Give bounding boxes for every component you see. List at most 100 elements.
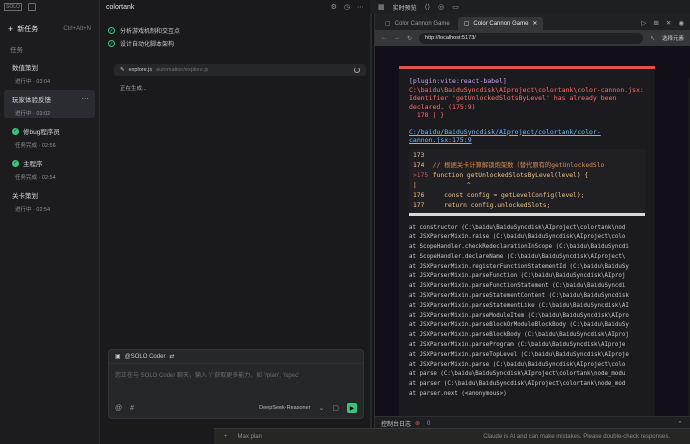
stack-line: at JSXParserMixin.parseBlockBody (C:\bai… [409, 332, 629, 339]
code-line-error: >175 function getUnlockedSlotsByLevel(le… [413, 171, 589, 179]
generating-status: 正在生成... [120, 86, 147, 92]
error-plugin: [plugin:vite:react-babel] [409, 77, 507, 85]
code-line: 174 // 根据关卡计算解锁炮架数（替代原有的getUnlockedSlo [413, 161, 605, 169]
embed-icon[interactable]: ⟨⟩ [425, 3, 430, 11]
check-icon: ✓ [12, 159, 19, 167]
globe-icon[interactable]: ◎ [438, 3, 444, 11]
history-icon[interactable]: ◷ [344, 3, 350, 11]
chat-panel: colortank ⚙ ◷ ⋯ ✓ 分析游戏机制和交互点 ✓ 设计自动化脚本架构… [100, 0, 372, 444]
code-line: 173 [413, 151, 425, 159]
browser-tab[interactable]: ▢ Color Cannon Game [379, 17, 456, 30]
chrome-icon[interactable]: ◉ [678, 19, 684, 27]
back-icon[interactable]: ← [381, 35, 387, 41]
browser-tab-active[interactable]: ▢ Color Cannon Game ✕ [457, 17, 544, 30]
play-icon[interactable]: ▷ [641, 19, 646, 27]
close-icon[interactable]: ✕ [532, 20, 537, 27]
plan-step-label: 分析游戏机制和交互点 [120, 29, 181, 35]
more-icon[interactable]: ⋯ [357, 3, 364, 11]
layout-toggle-icon[interactable] [28, 3, 36, 11]
new-task-button[interactable]: + 新任务 Ctrl+Alt+N [4, 22, 95, 36]
sidebar: SOLO + 新任务 Ctrl+Alt+N 任务 数值策划 进行中 · 03:0… [0, 0, 100, 444]
file-card[interactable]: ✎ explore.js automation/explore.js [114, 64, 366, 76]
layout-icon[interactable]: ▭ [452, 3, 459, 11]
send-button[interactable]: ▶ [347, 403, 357, 413]
task-title: 主程序 [23, 161, 43, 168]
close-icon[interactable]: ✕ [666, 19, 671, 27]
task-status: 任务完成 · 02:54 [15, 175, 56, 181]
chat-panel-header: colortank ⚙ ◷ ⋯ [100, 0, 370, 14]
code-line: 176 const config = getLevelConfig(level)… [413, 191, 585, 199]
browser-tab-bar: ▢ Color Cannon Game ▢ Color Cannon Game … [375, 14, 690, 30]
stack-line: at parser (C:\baidu\BaiduSyncdisk\AIproj… [409, 381, 626, 388]
chevron-up-icon[interactable]: ⌃ [677, 420, 690, 428]
chevron-down-icon[interactable]: ⌄ [319, 404, 325, 412]
swap-icon[interactable]: ⇄ [169, 353, 174, 360]
task-status: 进行中 · 03:04 [15, 79, 51, 85]
code-frame-scrollbar[interactable] [409, 212, 645, 216]
task-status: 进行中 · 02:54 [15, 207, 51, 213]
stack-line: at JSXParserMixin.parseModuleItem (C:\ba… [409, 312, 629, 319]
error-overlay: [plugin:vite:react-babel] C:\baidu\Baidu… [399, 66, 655, 416]
claude-bottom-strip: + Max plan Claude is AI and can make mis… [214, 428, 690, 444]
mention-icon[interactable]: @ [115, 405, 122, 412]
check-icon: ✓ [12, 127, 19, 135]
chat-scrollbar[interactable] [370, 14, 372, 434]
attach-icon[interactable]: ▢ [332, 404, 339, 412]
task-title: 数值策划 [12, 65, 38, 72]
project-name: colortank [106, 3, 135, 11]
preview-title: 实时预览 [392, 5, 417, 12]
chat-input[interactable]: 您正在与 SOLO Coder 聊天，输入 '/' 获取更多能力，如 '/pla… [109, 364, 363, 385]
reload-icon[interactable]: ↻ [407, 35, 412, 42]
sidebar-top-bar: SOLO [0, 0, 99, 14]
code-frame: 173 174 // 根据关卡计算解锁炮架数（替代原有的getUnlockedS… [409, 148, 645, 213]
file-name: explore.js [128, 67, 153, 73]
settings-icon[interactable]: ⚙ [331, 3, 337, 11]
browser-window: ▢ Color Cannon Game ▢ Color Cannon Game … [374, 14, 690, 444]
console-count: 0 [427, 420, 431, 427]
model-selector[interactable]: DeepSeek-Reasoner [259, 405, 310, 411]
more-options-icon[interactable]: ⋯ [81, 94, 89, 103]
plan-step: ✓ 设计自动化脚本架构 [100, 37, 370, 50]
plus-icon[interactable]: + [224, 434, 228, 440]
task-item-active[interactable]: 玩家体验反馈 进行中 · 03:02 ⋯ [4, 90, 95, 118]
code-line-caret: | ^ [413, 181, 471, 189]
chat-toolbar: @ # DeepSeek-Reasoner ⌄ ▢ ▶ [115, 402, 357, 414]
stack-line: at parse (C:\baidu\BaiduSyncdisk\AIproje… [409, 371, 626, 378]
new-tab-icon[interactable]: ⊞ [653, 19, 658, 27]
page-viewport: [plugin:vite:react-babel] C:\baidu\Baidu… [375, 46, 690, 444]
stack-line: at JSXParserMixin.parseFunctionStatement… [409, 283, 626, 290]
stack-line: at constructor (C:\baidu\BaiduSyncdisk\A… [409, 224, 626, 231]
pick-element-button[interactable]: 选择元素 [662, 34, 684, 42]
task-status: 进行中 · 03:02 [15, 111, 51, 117]
disclaimer: Claude is AI and can make mistakes. Plea… [483, 433, 670, 440]
stack-line: at JSXParserMixin.parseProgram (C:\baidu… [409, 342, 626, 349]
forward-icon[interactable]: → [394, 35, 400, 41]
new-task-label: 新任务 [17, 26, 39, 33]
plan-step: ✓ 分析游戏机制和交互点 [100, 24, 370, 37]
browser-tab-label: Color Cannon Game [394, 20, 450, 27]
chat-input-box[interactable]: ▣ @SOLO Coder ⇄ 您正在与 SOLO Coder 聊天，输入 '/… [108, 349, 364, 419]
stack-line: at parser.next (<anonymous>) [409, 391, 507, 398]
new-task-shortcut: Ctrl+Alt+N [63, 26, 91, 32]
address-input[interactable]: http://localhost:5173/ [419, 32, 643, 44]
solo-logo: SOLO [4, 3, 22, 11]
page-icon: ▢ [385, 21, 391, 27]
task-item[interactable]: 数值策划 进行中 · 03:04 [4, 58, 95, 86]
tab-tools: ▷ ⊞ ✕ ◉ [641, 16, 690, 30]
hash-icon[interactable]: # [130, 405, 134, 412]
stack-line: at ScopeHandler.declareName (C:\baidu\Ba… [409, 253, 626, 260]
stack-line: at JSXParserMixin.parseStatementContent … [409, 293, 629, 300]
task-item[interactable]: 关卡策划 进行中 · 02:54 [4, 186, 95, 214]
task-title: 修bug程序员 [23, 129, 60, 136]
file-edit-icon: ✎ [120, 67, 125, 73]
code-icon[interactable]: ▦ [378, 3, 385, 11]
stack-line: at JSXParserMixin.raise (C:\baidu\BaiduS… [409, 234, 626, 241]
plan-label: Max plan [237, 433, 262, 440]
task-item[interactable]: ✓ 主程序 任务完成 · 02:54 [4, 154, 95, 182]
agent-icon: ▣ [115, 354, 121, 360]
pointer-icon: ↖ [649, 35, 655, 42]
stack-line: at ScopeHandler.checkRedeclarationInScop… [409, 244, 629, 251]
plus-icon: + [8, 24, 14, 34]
error-file-link[interactable]: C:/baidu/BaiduSyncdisk/AIproject/colorta… [399, 120, 655, 145]
task-item[interactable]: ✓ 修bug程序员 任务完成 · 02:56 [4, 122, 95, 150]
